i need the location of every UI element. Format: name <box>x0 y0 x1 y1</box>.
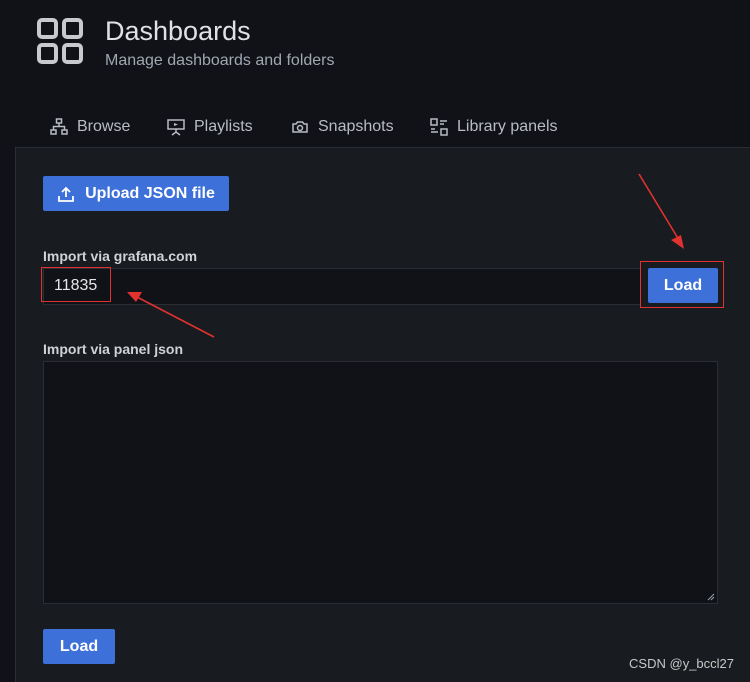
tab-label: Playlists <box>194 118 253 135</box>
tab-bar: Browse Playlists Snapshots Library panel… <box>0 108 750 148</box>
upload-icon <box>58 186 74 202</box>
tab-browse[interactable]: Browse <box>50 108 130 146</box>
tab-label: Library panels <box>457 118 558 135</box>
page-title: Dashboards <box>105 16 251 46</box>
watermark: CSDN @y_bccl27 <box>629 656 734 671</box>
grafana-id-highlight <box>41 267 111 302</box>
panel-json-textarea[interactable] <box>43 361 718 604</box>
tab-playlists[interactable]: Playlists <box>167 108 253 146</box>
camera-icon <box>292 121 308 133</box>
bottom-load-button-label: Load <box>59 637 99 655</box>
load-button-highlight <box>640 261 724 308</box>
grafana-import-label: Import via grafana.com <box>43 248 198 264</box>
panel-json-label: Import via panel json <box>43 341 184 357</box>
tab-label: Browse <box>77 118 131 135</box>
page-subtitle: Manage dashboards and folders <box>105 52 335 69</box>
tab-snapshots[interactable]: Snapshots <box>291 108 394 146</box>
upload-json-button[interactable]: Upload JSON file <box>43 176 229 211</box>
library-panels-icon <box>430 118 448 136</box>
presentation-icon <box>167 119 185 136</box>
import-panel: Upload JSON file Import via grafana.com … <box>15 147 750 682</box>
grafana-id-input[interactable]: 11835 <box>43 268 641 305</box>
resize-handle-icon[interactable] <box>706 592 715 601</box>
bottom-load-button[interactable]: Load <box>43 629 115 664</box>
tab-label: Snapshots <box>318 118 394 135</box>
sitemap-icon <box>50 118 68 135</box>
upload-json-label: Upload JSON file <box>85 184 215 202</box>
page-header: Dashboards Manage dashboards and folders… <box>0 0 750 147</box>
tab-library-panels[interactable]: Library panels <box>430 108 558 146</box>
dashboards-grid-icon <box>37 18 83 64</box>
